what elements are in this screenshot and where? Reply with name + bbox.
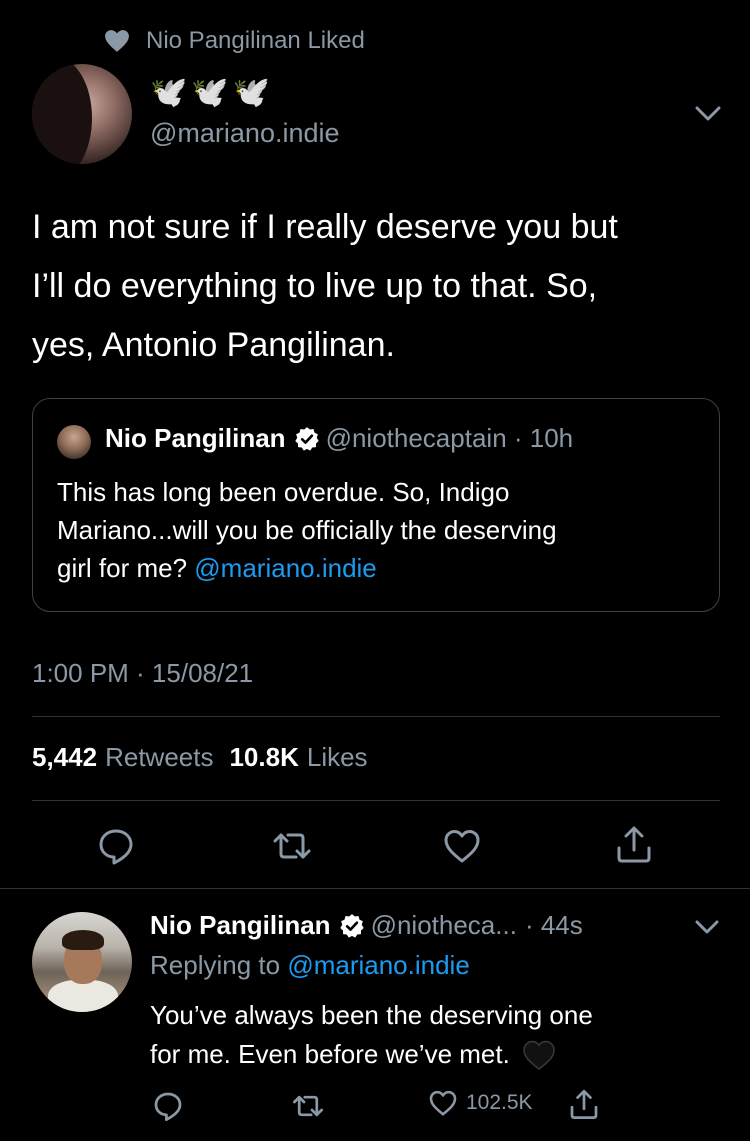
quote-mention-link[interactable]: @mariano.indie — [194, 553, 376, 583]
quote-text-line: Mariano...will you be officially the des… — [57, 515, 557, 545]
quote-author-name: Nio Pangilinan — [105, 423, 286, 453]
replying-to: Replying to @mariano.indie — [150, 950, 470, 981]
author-avatar[interactable] — [32, 64, 132, 164]
reply-author-name[interactable]: Nio Pangilinan — [150, 910, 331, 941]
quote-header: Nio Pangilinan @niothecaptain · 10h — [105, 423, 573, 454]
reply-like-count: 102.5K — [466, 1091, 533, 1114]
likes-label[interactable]: Likes — [307, 742, 368, 773]
tweet-text-line: I’ll do everything to live up to that. S… — [32, 267, 598, 305]
liked-by-row: Nio Pangilinan Liked — [104, 26, 365, 56]
divider — [0, 888, 750, 889]
quote-text-segment: girl for me? — [57, 553, 188, 583]
dove-emoji: 🕊️ — [150, 76, 188, 109]
divider — [32, 716, 720, 717]
author-display-name[interactable]: 🕊️ 🕊️ 🕊️ — [150, 76, 270, 110]
replying-to-prefix: Replying to — [150, 950, 281, 980]
share-icon[interactable] — [614, 824, 654, 864]
verified-badge-icon — [294, 426, 319, 451]
quote-author-avatar — [57, 425, 91, 459]
reply-icon[interactable] — [152, 1090, 184, 1122]
reply-author-handle[interactable]: @niotheca... — [371, 910, 517, 941]
reply-author-avatar[interactable] — [32, 912, 132, 1012]
share-icon[interactable] — [568, 1088, 600, 1120]
quote-text-line: girl for me? @mariano.indie — [57, 549, 707, 587]
retweet-icon[interactable] — [272, 826, 312, 866]
retweet-icon[interactable] — [292, 1090, 324, 1122]
tweet-text: I am not sure if I really deserve you bu… — [32, 198, 732, 375]
reply-text-segment: for me. Even before we’ve met. — [150, 1039, 510, 1069]
like-icon — [429, 1090, 457, 1116]
quote-handle-time: @niothecaptain · 10h — [325, 423, 574, 453]
quote-text-line: This has long been overdue. So, Indigo — [57, 477, 510, 507]
likes-count[interactable]: 10.8K — [229, 742, 298, 773]
quoted-tweet[interactable]: Nio Pangilinan @niothecaptain · 10h This… — [32, 398, 720, 612]
reply-text-segment: You’ve always been the deserving one — [150, 1000, 593, 1030]
tweet-stats: 5,442 Retweets 10.8K Likes — [32, 742, 376, 773]
reply-text: You’ve always been the deserving one for… — [150, 996, 730, 1074]
tweet-timestamp: 1:00 PM · 15/08/21 — [32, 658, 254, 688]
like-icon[interactable] — [442, 826, 482, 866]
reply-text-line: You’ve always been the deserving one — [150, 996, 730, 1035]
retweets-label[interactable]: Retweets — [105, 742, 213, 773]
divider — [32, 800, 720, 801]
dove-emoji: 🕊️ — [191, 76, 229, 109]
chevron-down-icon[interactable] — [694, 918, 720, 936]
tweet-text-line: I am not sure if I really deserve you bu… — [32, 208, 618, 246]
verified-badge-icon — [339, 913, 364, 938]
reply-like-button[interactable]: 102.5K — [428, 1088, 533, 1118]
chevron-down-icon[interactable] — [694, 104, 722, 124]
tweet-text-line: yes, Antonio Pangilinan. — [32, 326, 395, 364]
reply-header: Nio Pangilinan @niotheca... · 44s — [150, 910, 583, 941]
heart-icon — [105, 30, 129, 52]
replying-to-link[interactable]: @mariano.indie — [287, 950, 469, 980]
reply-icon[interactable] — [96, 826, 136, 866]
reply-time: · 44s — [524, 910, 583, 940]
retweets-count[interactable]: 5,442 — [32, 742, 97, 773]
author-handle[interactable]: @mariano.indie — [150, 118, 340, 149]
black-heart-emoji-icon — [523, 1040, 555, 1070]
liked-by-text: Nio Pangilinan Liked — [146, 27, 365, 54]
quote-text: This has long been overdue. So, Indigo M… — [57, 473, 707, 587]
reply-text-line: for me. Even before we’ve met. — [150, 1035, 730, 1074]
dove-emoji: 🕊️ — [232, 76, 271, 109]
